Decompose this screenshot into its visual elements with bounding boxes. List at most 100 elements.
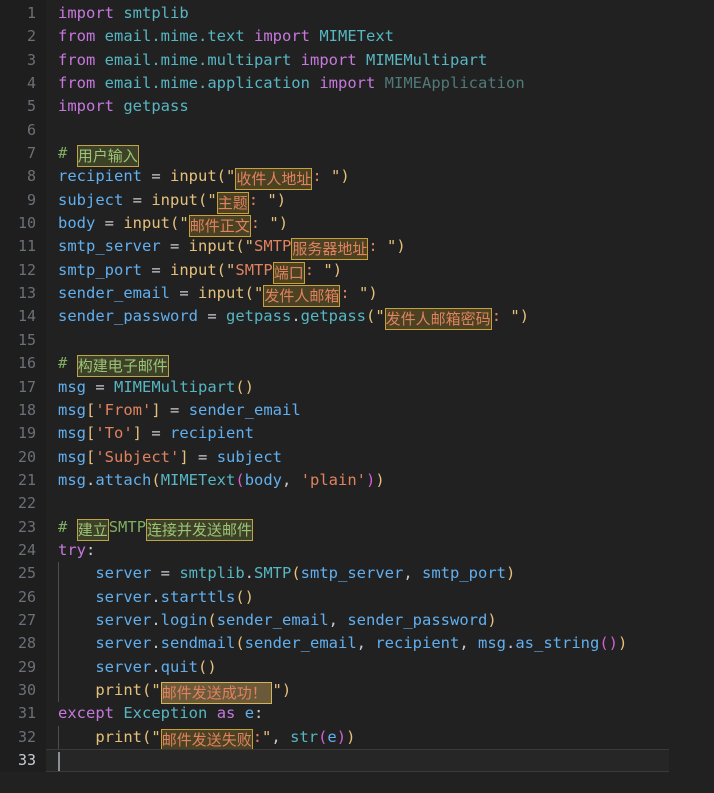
module-path: email.mime.multipart — [104, 50, 292, 69]
parens: () — [198, 657, 217, 676]
module-name: smtplib — [179, 564, 245, 583]
code-editor[interactable]: 1 2 3 4 5 6 7 8 9 10 11 12 13 14 15 16 1… — [0, 0, 714, 793]
variable: subject — [216, 447, 283, 466]
method-call: as_string — [515, 634, 600, 653]
code-line[interactable]: import smtplib — [58, 2, 714, 25]
keyword-import: import — [58, 4, 114, 22]
code-line[interactable]: server.quit() — [58, 655, 714, 679]
code-line[interactable]: smtp_port = input("SMTP端口: ") — [58, 259, 714, 284]
argument: recipient — [375, 634, 460, 653]
code-line[interactable]: print("邮件发送失败:", str(e)) — [58, 725, 714, 751]
code-content[interactable]: import smtplib from email.mime.text impo… — [46, 0, 714, 793]
variable: smtp_port — [58, 260, 142, 279]
code-line[interactable]: sender_password = getpass.getpass("发件人邮箱… — [58, 305, 714, 331]
search-highlight: 建立 — [76, 518, 109, 541]
assign: = — [95, 214, 124, 233]
string-tail: : — [312, 167, 332, 186]
code-line[interactable]: recipient = input("收件人地址: ") — [58, 165, 714, 191]
paren-open: ( — [207, 610, 217, 629]
code-line[interactable]: import getpass — [58, 95, 714, 118]
code-line[interactable]: server.login(sender_email, sender_passwo… — [58, 608, 714, 633]
keyword-from: from — [58, 74, 96, 93]
search-highlight: 构建电子邮件 — [76, 355, 169, 378]
code-line[interactable]: # 建立SMTP连接并发送邮件 — [58, 516, 714, 541]
line-number: 25 — [17, 564, 36, 583]
code-line[interactable]: msg = MIMEMultipart() — [58, 376, 714, 399]
variable: recipient — [58, 167, 142, 186]
code-line[interactable]: body = input("邮件正文: ") — [58, 212, 714, 238]
code-line[interactable]: sender_email = input("发件人邮箱: ") — [58, 282, 714, 308]
paren-close: ) — [278, 214, 289, 233]
search-highlight-active: 邮件发送成功！ — [160, 681, 273, 704]
variable: recipient — [170, 424, 255, 443]
variable: smtp_server — [58, 237, 161, 256]
code-line-blank[interactable] — [58, 119, 714, 142]
line-number: 24 — [17, 540, 36, 559]
comment-hash: # — [58, 144, 68, 163]
line-number: 8 — [26, 167, 36, 186]
variable: msg — [58, 400, 86, 419]
keyword-import: import — [300, 50, 357, 69]
code-line[interactable]: subject = input("主题: ") — [58, 189, 714, 214]
quote: " — [359, 284, 369, 303]
quote: " — [387, 237, 397, 256]
code-line[interactable]: except Exception as e: — [58, 702, 714, 725]
bracket-close: ] — [151, 400, 161, 419]
method-call: starttls — [160, 587, 236, 606]
indent-guide — [58, 725, 59, 749]
parens: () — [235, 377, 254, 396]
search-highlight: 端口 — [272, 261, 305, 284]
variable: msg — [58, 377, 86, 396]
dot: . — [244, 564, 254, 583]
paren-open: ( — [142, 727, 152, 746]
method-call: sendmail — [160, 634, 236, 653]
dot: . — [291, 307, 301, 326]
code-line[interactable]: server.starttls() — [58, 585, 714, 609]
paren-close: ) — [519, 307, 530, 326]
code-line[interactable]: from email.mime.application import MIMEA… — [58, 72, 714, 95]
quote: " — [226, 260, 236, 279]
code-line[interactable]: server = smtplib.SMTP(smtp_server, smtp_… — [58, 562, 714, 586]
code-line[interactable]: msg.attach(MIMEText(body, 'plain')) — [58, 469, 714, 492]
indent-guide — [58, 678, 59, 703]
line-number: 7 — [26, 144, 36, 163]
quote: " — [151, 680, 161, 699]
code-line[interactable]: from email.mime.text import MIMEText — [58, 25, 714, 48]
search-highlight: 邮件正文 — [188, 215, 251, 238]
code-line[interactable]: from email.mime.multipart import MIMEMul… — [58, 49, 714, 72]
keyword-from: from — [58, 50, 96, 69]
paren-close: ) — [281, 680, 292, 699]
string-tail: : — [368, 237, 388, 256]
assign: = — [160, 237, 189, 256]
function-call: str — [290, 727, 319, 746]
code-line-blank[interactable] — [58, 492, 714, 515]
comment-text: SMTP — [108, 517, 147, 536]
indent-guide — [58, 608, 59, 633]
code-line[interactable]: try: — [58, 539, 714, 562]
argument: smtp_server — [300, 564, 404, 583]
paren-close: ) — [375, 470, 385, 489]
code-line-active[interactable] — [46, 749, 669, 773]
code-line[interactable]: msg['To'] = recipient — [58, 422, 714, 445]
module-name: getpass — [225, 307, 292, 326]
code-line[interactable]: msg['From'] = sender_email — [58, 399, 714, 422]
code-line-blank[interactable] — [58, 329, 714, 352]
comma: , — [328, 610, 348, 629]
variable: sender_email — [188, 400, 301, 419]
module-path: email.mime.application — [104, 74, 310, 93]
search-highlight: 服务器地址 — [291, 238, 369, 261]
indent-guide — [58, 562, 59, 586]
code-line[interactable]: msg['Subject'] = subject — [58, 446, 714, 469]
paren-open: ( — [216, 167, 227, 186]
code-line[interactable]: smtp_server = input("SMTP服务器地址: ") — [58, 235, 714, 261]
code-line[interactable]: print("邮件发送成功！ ") — [58, 678, 714, 704]
code-line[interactable]: server.sendmail(sender_email, recipient,… — [58, 632, 714, 656]
code-line[interactable]: # 用户输入 — [58, 142, 714, 168]
string-tail: : — [250, 214, 270, 233]
code-line[interactable]: # 构建电子邮件 — [58, 352, 714, 378]
